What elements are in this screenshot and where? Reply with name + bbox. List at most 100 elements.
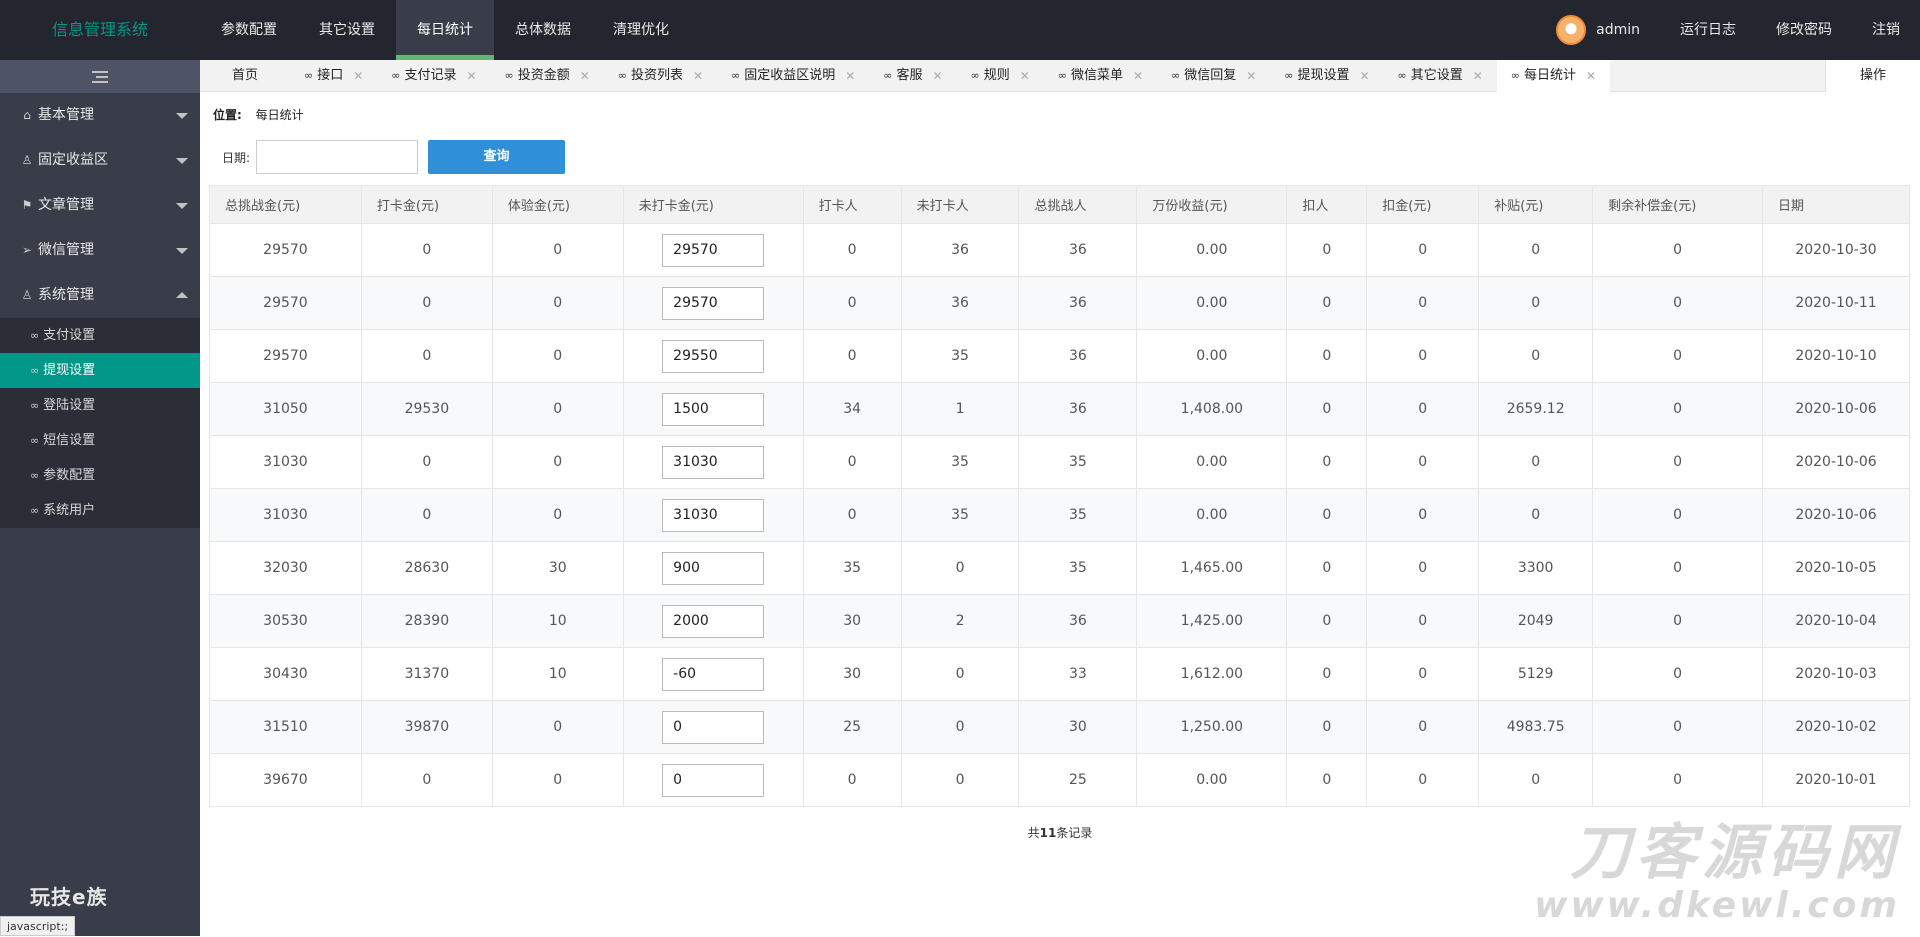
sidebar-group[interactable]: ⌂ 基本管理 — [0, 93, 200, 138]
stats-table: 总挑战金(元) 打卡金(元) 体验金(元) 未打卡金(元) 打卡人 未打卡人 总挑战人 万份收… — [209, 185, 1910, 807]
tab[interactable]: ∞ 每日统计 ✕ — [1496, 60, 1611, 92]
tab[interactable]: ∞ 其它设置 ✕ — [1384, 60, 1497, 92]
unpunched-amount-input[interactable]: 31030 — [662, 498, 765, 532]
tab[interactable]: ∞ 投资列表 ✕ — [604, 60, 717, 92]
table-cell: 0 — [1366, 435, 1480, 489]
unpunched-amount-input[interactable]: 0 — [662, 710, 765, 744]
link-icon: ∞ — [1397, 69, 1407, 82]
sidebar-subitem[interactable]: ∞ 短信设置 — [0, 423, 200, 458]
top-nav-item[interactable]: 每日统计 — [396, 0, 494, 60]
close-icon[interactable]: ✕ — [353, 60, 363, 92]
tab[interactable]: ∞ 投资金额 ✕ — [491, 60, 604, 92]
query-button[interactable]: 查询 — [428, 140, 566, 174]
close-icon[interactable]: ✕ — [845, 60, 855, 92]
sidebar-group[interactable]: ➢ 微信管理 — [0, 228, 200, 273]
table-cell: 0 — [1478, 488, 1594, 542]
table-cell: 2020-10-30 — [1762, 223, 1910, 277]
table-cell: 0.00 — [1136, 276, 1288, 330]
unpunched-amount-input[interactable]: 31030 — [662, 445, 765, 479]
sidebar-submenu: ∞ 支付设置 ∞ 提现设置 ∞ 登陆设置 ∞ 短信设置 ∞ 参数配置 ∞ 系统用户 — [0, 318, 200, 528]
table-cell: 2020-10-02 — [1762, 700, 1910, 754]
sidebar-subitem[interactable]: ∞ 提现设置 — [0, 353, 200, 388]
sidebar-group-label: 微信管理 — [38, 242, 94, 258]
sidebar-subitem[interactable]: ∞ 登陆设置 — [0, 388, 200, 423]
close-icon[interactable]: ✕ — [466, 60, 476, 92]
table-cell: 0 — [1366, 753, 1480, 807]
table-cell: 39870 — [360, 700, 493, 754]
top-nav-item[interactable]: 总体数据 — [494, 0, 592, 60]
close-icon[interactable]: ✕ — [932, 60, 942, 92]
close-icon[interactable]: ✕ — [1586, 60, 1596, 92]
link-icon: ∞ — [1057, 69, 1067, 82]
table-cell: 30430 — [209, 647, 362, 701]
unpunched-amount-input[interactable]: 29570 — [662, 233, 765, 267]
tab[interactable]: ∞ 微信回复 ✕ — [1157, 60, 1270, 92]
tab[interactable]: ∞ 支付记录 ✕ — [377, 60, 490, 92]
table-cell: 900 — [622, 541, 804, 595]
close-icon[interactable]: ✕ — [1133, 60, 1143, 92]
table-cell: 0.00 — [1136, 329, 1288, 383]
table-cell: 29570 — [209, 223, 362, 277]
tab[interactable]: ∞ 接口 ✕ — [290, 60, 377, 92]
sidebar-group[interactable]: ♙ 固定收益区 — [0, 138, 200, 183]
table-cell: 0 — [1592, 276, 1763, 330]
close-icon[interactable]: ✕ — [1246, 60, 1256, 92]
table-cell: 29570 — [209, 276, 362, 330]
column-header: 扣金(元) — [1366, 185, 1480, 224]
table-cell: 2659.12 — [1478, 382, 1594, 436]
top-nav-item[interactable]: 清理优化 — [592, 0, 690, 60]
table-cell: 0 — [1286, 488, 1368, 542]
sidebar-subitem-label: 系统用户 — [43, 503, 96, 518]
close-icon[interactable]: ✕ — [693, 60, 703, 92]
user-menu[interactable]: admin — [1536, 15, 1660, 45]
tab[interactable]: 首页 — [200, 60, 290, 92]
link-icon: ∞ — [30, 504, 40, 517]
table-row: 31050 29530 0 1500 34 1 36 1,408.00 0 0 2659.12 0 20… — [209, 382, 1910, 436]
close-icon[interactable]: ✕ — [1359, 60, 1369, 92]
date-input[interactable] — [256, 140, 419, 174]
sidebar-subitem[interactable]: ∞ 系统用户 — [0, 493, 200, 528]
unpunched-amount-input[interactable]: 29570 — [662, 286, 765, 320]
sidebar-toggle[interactable] — [0, 60, 200, 93]
tab[interactable]: ∞ 提现设置 ✕ — [1270, 60, 1383, 92]
table-cell: 31370 — [360, 647, 493, 701]
user-icon: ♙ — [21, 153, 33, 167]
unpunched-amount-input[interactable]: 1500 — [662, 392, 765, 426]
close-icon[interactable]: ✕ — [580, 60, 590, 92]
close-icon[interactable]: ✕ — [1020, 60, 1030, 92]
sidebar-group-label: 固定收益区 — [38, 152, 108, 168]
column-header: 打卡金(元) — [360, 185, 493, 224]
chevron-down-icon — [176, 158, 188, 164]
table-cell: 1,465.00 — [1136, 541, 1288, 595]
sidebar-group[interactable]: ♙ 系统管理 — [0, 273, 200, 318]
unpunched-amount-input[interactable]: -60 — [662, 657, 765, 691]
tab[interactable]: ∞ 客服 ✕ — [869, 60, 956, 92]
run-log-link[interactable]: 运行日志 — [1660, 0, 1756, 60]
table-cell: 0 — [1366, 594, 1480, 648]
unpunched-amount-input[interactable]: 2000 — [662, 604, 765, 638]
table-row: 32030 28630 30 900 35 0 35 1,465.00 0 0 3300 0 2020-… — [209, 541, 1910, 595]
top-nav-item[interactable]: 其它设置 — [298, 0, 396, 60]
unpunched-amount-input[interactable]: 0 — [662, 763, 765, 797]
table-cell: 1,425.00 — [1136, 594, 1288, 648]
chevron-down-icon — [176, 113, 188, 119]
logout-link[interactable]: 注销 — [1852, 0, 1920, 60]
table-cell: 0 — [1286, 753, 1368, 807]
table-cell: 0 — [1286, 223, 1368, 277]
unpunched-amount-input[interactable]: 900 — [662, 551, 765, 585]
sidebar-subitem[interactable]: ∞ 支付设置 — [0, 318, 200, 353]
sidebar-subitem-label: 登陆设置 — [43, 398, 96, 413]
tab-operations-button[interactable]: 操作 — [1825, 60, 1920, 92]
pager-suffix: 条记录 — [1056, 826, 1093, 840]
tab[interactable]: ∞ 规则 ✕ — [957, 60, 1044, 92]
close-icon[interactable]: ✕ — [1473, 60, 1483, 92]
tab[interactable]: ∞ 固定收益区说明 ✕ — [717, 60, 869, 92]
table-row: 29570 0 0 29570 0 36 36 0.00 0 0 0 0 2020-10-30 — [209, 223, 1910, 277]
change-password-link[interactable]: 修改密码 — [1756, 0, 1852, 60]
unpunched-amount-input[interactable]: 29550 — [662, 339, 765, 373]
table-cell: 5129 — [1478, 647, 1594, 701]
top-nav-item[interactable]: 参数配置 — [200, 0, 298, 60]
sidebar-group[interactable]: ⚑ 文章管理 — [0, 183, 200, 228]
sidebar-subitem[interactable]: ∞ 参数配置 — [0, 458, 200, 493]
tab[interactable]: ∞ 微信菜单 ✕ — [1044, 60, 1157, 92]
